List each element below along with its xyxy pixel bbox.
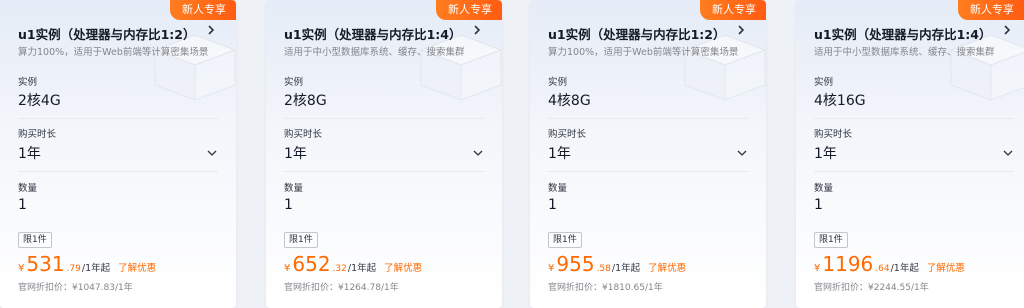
duration-select[interactable]: 1年 <box>814 143 837 163</box>
divider <box>284 171 484 172</box>
product-card-2: 新人专享 u1实例（处理器与内存比1:2） 算力100%，适用于Web前端等计算… <box>530 0 766 308</box>
limit-tag: 限1件 <box>284 232 318 248</box>
duration-select[interactable]: 1年 <box>284 143 307 163</box>
duration-label: 购买时长 <box>548 129 587 140</box>
price-integer: 1196 <box>822 252 874 276</box>
price-row: ¥531.79/1年起 了解优惠 <box>18 254 156 275</box>
quantity-value[interactable]: 1 <box>548 197 557 213</box>
quantity-label: 数量 <box>284 183 304 194</box>
divider <box>18 118 218 119</box>
quantity-value[interactable]: 1 <box>18 197 27 213</box>
instance-label: 实例 <box>284 77 304 88</box>
currency-symbol: ¥ <box>18 263 25 274</box>
currency-symbol: ¥ <box>548 263 555 274</box>
duration-select[interactable]: 1年 <box>548 143 571 163</box>
discount-info-link[interactable]: 了解优惠 <box>648 263 686 274</box>
product-title[interactable]: u1实例（处理器与内存比1:4） <box>814 24 992 43</box>
price-integer: 531 <box>26 252 65 276</box>
divider <box>814 118 1014 119</box>
price-row: ¥1196.64/1年起 了解优惠 <box>814 254 965 275</box>
new-user-badge: 新人专享 <box>958 0 1024 20</box>
duration-select[interactable]: 1年 <box>18 143 41 163</box>
divider <box>548 171 748 172</box>
price-integer: 652 <box>292 252 331 276</box>
chevron-down-icon[interactable] <box>736 147 748 159</box>
original-price: 官网折扣价：¥1047.83/1年 <box>18 283 133 293</box>
quantity-label: 数量 <box>18 183 38 194</box>
price-row: ¥955.58/1年起 了解优惠 <box>548 254 686 275</box>
discount-info-link[interactable]: 了解优惠 <box>927 263 965 274</box>
product-title[interactable]: u1实例（处理器与内存比1:4） <box>284 24 462 43</box>
new-user-badge: 新人专享 <box>700 0 766 20</box>
discount-info-link[interactable]: 了解优惠 <box>384 263 422 274</box>
instance-label: 实例 <box>18 77 38 88</box>
divider <box>814 171 1014 172</box>
instance-label: 实例 <box>814 77 834 88</box>
divider <box>548 118 748 119</box>
price-unit: /1年起 <box>890 263 919 274</box>
price-unit: /1年起 <box>347 263 377 274</box>
discount-info-link[interactable]: 了解优惠 <box>118 263 156 274</box>
product-card-0: 新人专享 u1实例（处理器与内存比1:2） 算力100%，适用于Web前端等计算… <box>0 0 236 308</box>
instance-value: 2核8G <box>284 93 327 109</box>
original-price: 官网折扣价：¥1810.65/1年 <box>548 283 663 293</box>
product-title[interactable]: u1实例（处理器与内存比1:2） <box>548 24 726 43</box>
product-title[interactable]: u1实例（处理器与内存比1:2） <box>18 24 196 43</box>
limit-tag: 限1件 <box>18 232 52 248</box>
price-decimal: .64 <box>875 264 890 274</box>
price-unit: /1年起 <box>611 263 641 274</box>
price-decimal: .58 <box>596 264 611 274</box>
instance-value: 4核8G <box>548 93 591 109</box>
chevron-down-icon[interactable] <box>472 147 484 159</box>
quantity-value[interactable]: 1 <box>284 197 293 213</box>
quantity-label: 数量 <box>814 183 834 194</box>
instance-label: 实例 <box>548 77 568 88</box>
duration-label: 购买时长 <box>284 129 323 140</box>
price-unit: /1年起 <box>81 263 111 274</box>
divider <box>284 118 484 119</box>
chevron-right-icon[interactable] <box>734 23 748 37</box>
chevron-right-icon[interactable] <box>204 23 218 37</box>
chevron-down-icon[interactable] <box>1002 147 1014 159</box>
original-price: 官网折扣价：¥1264.78/1年 <box>284 283 399 293</box>
price-decimal: .32 <box>332 264 347 274</box>
product-card-3: 新人专享 u1实例（处理器与内存比1:4） 适用于中小型数据库系统、缓存、搜索集… <box>796 0 1024 308</box>
price-row: ¥652.32/1年起 了解优惠 <box>284 254 422 275</box>
original-price: 官网折扣价：¥2244.55/1年 <box>814 283 929 293</box>
quantity-value[interactable]: 1 <box>814 197 823 213</box>
chevron-right-icon[interactable] <box>1000 23 1014 37</box>
price-decimal: .79 <box>66 264 81 274</box>
divider <box>18 171 218 172</box>
currency-symbol: ¥ <box>284 263 291 274</box>
duration-label: 购买时长 <box>814 129 853 140</box>
product-description: 适用于中小型数据库系统、缓存、搜索集群 <box>814 47 995 58</box>
limit-tag: 限1件 <box>548 232 582 248</box>
product-description: 算力100%，适用于Web前端等计算密集场景 <box>18 47 209 58</box>
product-card-1: 新人专享 u1实例（处理器与内存比1:4） 适用于中小型数据库系统、缓存、搜索集… <box>266 0 502 308</box>
new-user-badge: 新人专享 <box>436 0 502 20</box>
new-user-badge: 新人专享 <box>170 0 236 20</box>
product-description: 算力100%，适用于Web前端等计算密集场景 <box>548 47 739 58</box>
quantity-label: 数量 <box>548 183 568 194</box>
limit-tag: 限1件 <box>814 232 848 248</box>
chevron-right-icon[interactable] <box>470 23 484 37</box>
duration-label: 购买时长 <box>18 129 57 140</box>
chevron-down-icon[interactable] <box>206 147 218 159</box>
instance-value: 2核4G <box>18 93 61 109</box>
price-integer: 955 <box>556 252 595 276</box>
instance-value: 4核16G <box>814 93 866 109</box>
product-description: 适用于中小型数据库系统、缓存、搜索集群 <box>284 47 465 58</box>
currency-symbol: ¥ <box>814 263 821 274</box>
